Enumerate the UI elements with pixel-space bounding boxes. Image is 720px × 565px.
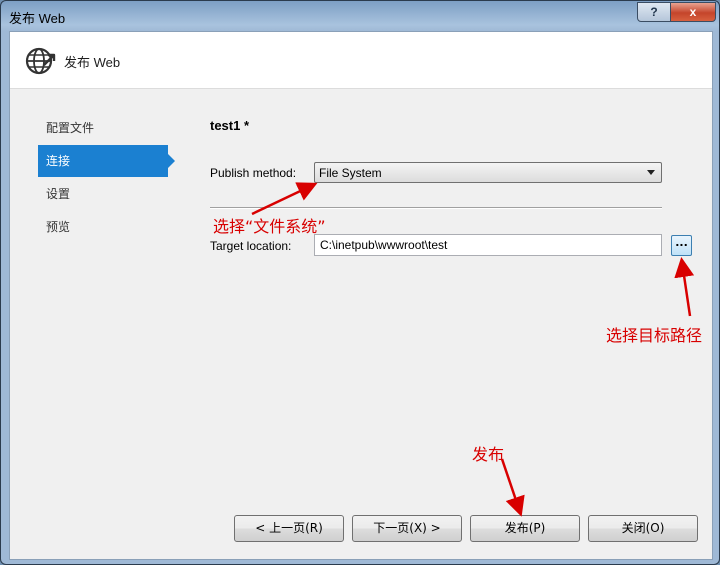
publish-button[interactable]: 发布(P) <box>470 515 580 542</box>
publish-method-value: File System <box>319 166 382 180</box>
dropdown-arrow-icon <box>647 170 655 175</box>
prev-button[interactable]: < 上一页(R) <box>234 515 344 542</box>
annotation-publish: 发布 <box>472 445 505 464</box>
help-button[interactable]: ? <box>637 2 671 22</box>
publish-method-select[interactable]: File System <box>314 162 662 183</box>
close-window-button[interactable]: x <box>670 2 716 22</box>
close-button[interactable]: 关闭(O) <box>588 515 698 542</box>
section-divider <box>210 207 662 209</box>
next-button[interactable]: 下一页(X) > <box>352 515 462 542</box>
browse-button[interactable]: ... <box>671 235 692 256</box>
globe-publish-icon <box>25 47 56 75</box>
dialog-window: 发布 Web ? x 发布 Web 配置文件 连接 设置 预览 test1 * … <box>0 0 720 565</box>
publish-method-label: Publish method: <box>210 166 297 180</box>
annotation-choose-file-system: 选择“文件系统” <box>213 217 326 236</box>
nav-item-profile[interactable]: 配置文件 <box>38 112 178 144</box>
nav-item-connection[interactable]: 连接 <box>38 145 175 177</box>
nav-item-settings[interactable]: 设置 <box>38 178 178 210</box>
target-location-label: Target location: <box>210 239 292 253</box>
window-title: 发布 Web <box>9 11 66 26</box>
target-location-input[interactable] <box>314 234 662 256</box>
nav-item-preview[interactable]: 预览 <box>38 211 178 243</box>
header-title: 发布 Web <box>64 55 121 70</box>
wizard-nav: 配置文件 连接 设置 预览 <box>38 112 178 244</box>
profile-name: test1 * <box>210 118 250 133</box>
annotation-choose-path: 选择目标路径 <box>606 326 703 345</box>
dialog-header: 发布 Web <box>10 32 712 89</box>
dialog-client-area: 发布 Web 配置文件 连接 设置 预览 test1 * Publish met… <box>9 31 713 560</box>
